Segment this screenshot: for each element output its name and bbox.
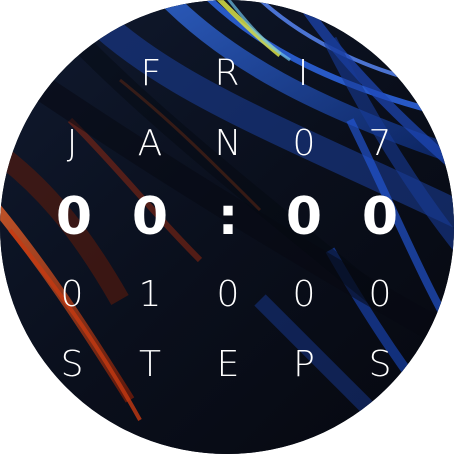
date-char: 0 <box>292 123 316 164</box>
time-separator: : <box>217 187 239 247</box>
steps-label-letter: T <box>139 344 161 385</box>
day-letter: R <box>214 53 240 94</box>
time-char: 0 <box>131 187 169 247</box>
watch-face: F R I J A N 0 7 0 0 : 0 0 0 1 0 0 0 S T … <box>0 0 454 454</box>
date-char: A <box>137 123 163 164</box>
step-digit: 0 <box>292 274 316 315</box>
date: J A N 0 7 <box>0 114 454 174</box>
day-of-week: F R I <box>0 44 454 104</box>
steps-label-letter: S <box>368 344 392 385</box>
steps-label-letter: S <box>60 344 84 385</box>
step-digit: 0 <box>216 274 240 315</box>
day-letter: F <box>140 53 162 94</box>
date-char: J <box>66 123 78 164</box>
time-char: 0 <box>55 187 93 247</box>
step-digit: 1 <box>138 274 162 315</box>
steps-label-letter: E <box>216 344 240 385</box>
date-char: N <box>214 123 242 164</box>
step-digit: 0 <box>60 274 84 315</box>
step-digit: 0 <box>368 274 392 315</box>
steps-label-letter: P <box>293 344 315 385</box>
time: 0 0 : 0 0 <box>0 187 454 247</box>
time-char: 0 <box>285 187 323 247</box>
time-char: 0 <box>361 187 399 247</box>
step-count: 0 1 0 0 0 <box>0 265 454 325</box>
steps-label: S T E P S <box>0 335 454 395</box>
day-letter: I <box>297 53 309 94</box>
date-char: 7 <box>368 123 392 164</box>
